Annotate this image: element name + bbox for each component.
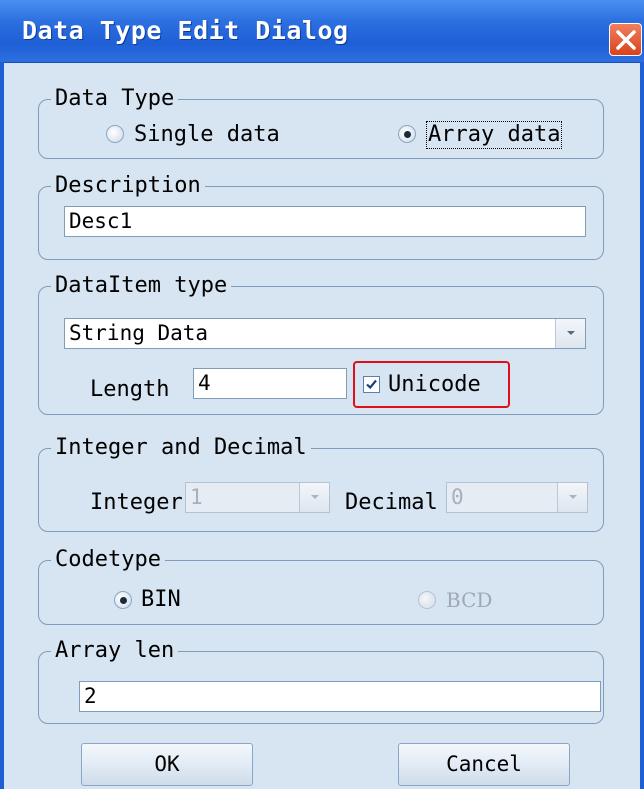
integer-select[interactable]: 1: [185, 482, 330, 513]
codetype-legend: Codetype: [51, 546, 165, 574]
description-input[interactable]: Desc1: [64, 206, 586, 237]
decimal-label: Decimal: [345, 490, 438, 515]
title-bar[interactable]: Data Type Edit Dialog: [0, 0, 644, 63]
dataitem-type-select[interactable]: String Data: [64, 318, 586, 349]
radio-selected-dot: [120, 597, 127, 604]
dataitem-type-dropdown-button[interactable]: [555, 319, 585, 348]
array-data-label[interactable]: Array data: [426, 121, 563, 149]
array-len-input[interactable]: 2: [79, 681, 601, 712]
unicode-highlight-box: [353, 361, 510, 408]
integer-decimal-legend: Integer and Decimal: [51, 434, 311, 462]
array-data-radio[interactable]: [398, 125, 416, 143]
bcd-radio[interactable]: [418, 591, 436, 609]
integer-dropdown-button[interactable]: [299, 483, 329, 512]
radio-selected-dot: [404, 131, 411, 138]
decimal-dropdown-button[interactable]: [557, 483, 587, 512]
chevron-down-icon: [567, 331, 575, 335]
close-button[interactable]: [609, 23, 642, 56]
single-data-label[interactable]: Single data: [134, 121, 280, 149]
description-legend: Description: [51, 172, 205, 200]
data-type-legend: Data Type: [51, 85, 179, 113]
dialog-window: Data Type Edit Dialog Data Type Single d…: [0, 0, 644, 789]
ok-button[interactable]: OK: [81, 743, 253, 786]
decimal-value: 0: [451, 485, 464, 509]
integer-label: Integer: [90, 490, 183, 515]
cancel-button[interactable]: Cancel: [398, 743, 570, 786]
bcd-label[interactable]: BCD: [446, 586, 492, 614]
array-len-legend: Array len: [51, 637, 179, 665]
dialog-title: Data Type Edit Dialog: [22, 16, 349, 45]
bin-radio[interactable]: [114, 591, 132, 609]
single-data-radio[interactable]: [106, 125, 124, 143]
dataitem-type-legend: DataItem type: [51, 272, 232, 300]
chevron-down-icon: [569, 495, 577, 499]
bin-label[interactable]: BIN: [141, 586, 181, 614]
dataitem-type-value: String Data: [69, 321, 209, 345]
length-label: Length: [90, 377, 170, 402]
length-input[interactable]: 4: [193, 368, 347, 399]
decimal-select[interactable]: 0: [446, 482, 588, 513]
close-icon: [616, 30, 636, 50]
integer-value: 1: [190, 485, 203, 509]
chevron-down-icon: [311, 495, 319, 499]
